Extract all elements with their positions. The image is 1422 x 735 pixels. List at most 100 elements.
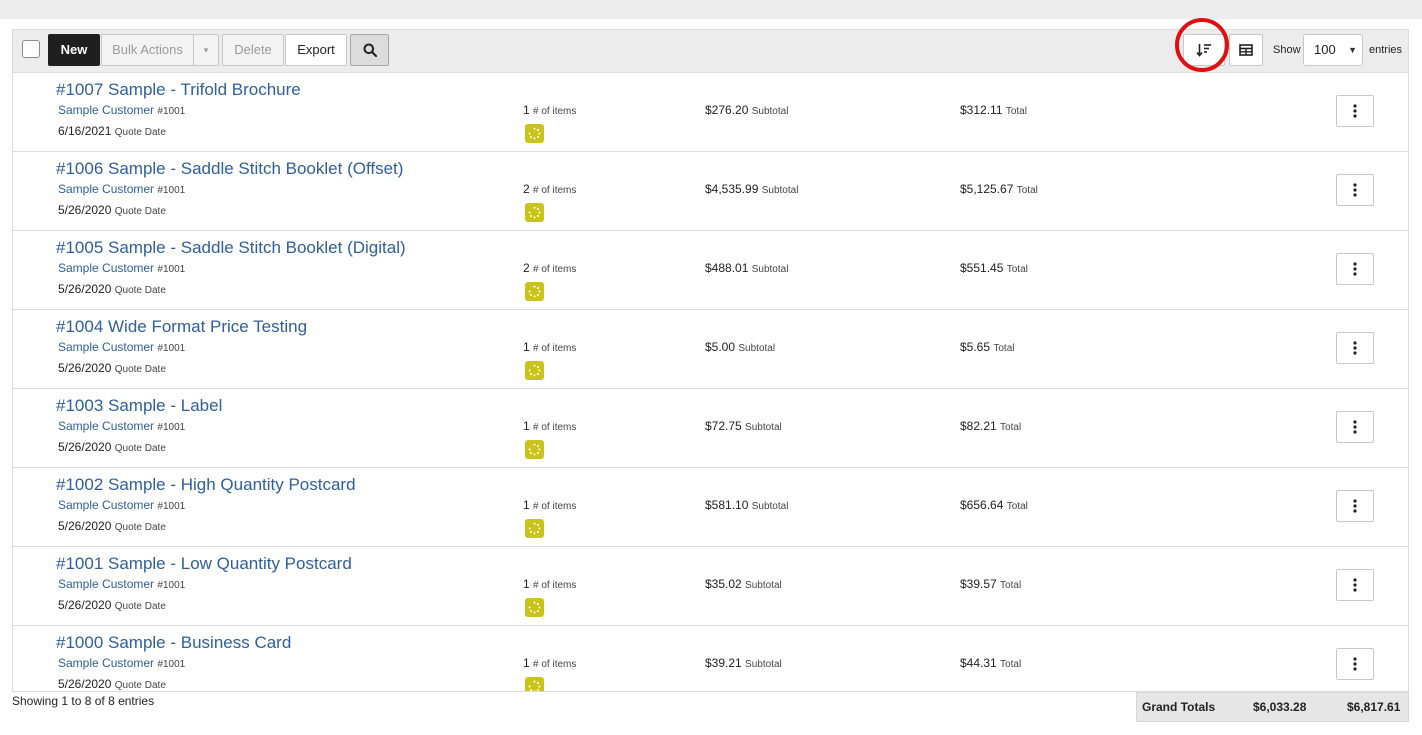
row-actions-button[interactable] xyxy=(1336,569,1374,601)
entries-per-page-select[interactable]: 100 ▼ xyxy=(1303,34,1363,66)
quote-title-link[interactable]: #1001 Sample - Low Quantity Postcard xyxy=(56,554,352,574)
quote-row: #1005 Sample - Saddle Stitch Booklet (Di… xyxy=(13,231,1408,310)
table-view-button[interactable] xyxy=(1229,34,1263,66)
customer-link[interactable]: Sample Customer xyxy=(58,419,154,433)
quote-date: 5/26/2020 Quote Date xyxy=(58,282,166,296)
total: $5.65 Total xyxy=(960,340,1015,354)
entries-per-page-value: 100 xyxy=(1314,42,1336,57)
quote-title-link[interactable]: #1005 Sample - Saddle Stitch Booklet (Di… xyxy=(56,238,406,258)
customer-link[interactable]: Sample Customer xyxy=(58,182,154,196)
quote-date-value: 5/26/2020 xyxy=(58,677,112,691)
customer-number: #1001 xyxy=(157,659,186,670)
row-actions-button[interactable] xyxy=(1336,95,1374,127)
quote-date-label: Quote Date xyxy=(114,680,166,691)
quote-title-link[interactable]: #1006 Sample - Saddle Stitch Booklet (Of… xyxy=(56,159,403,179)
quote-row: #1002 Sample - High Quantity Postcard Sam… xyxy=(13,468,1408,547)
item-count: 1 # of items xyxy=(523,656,576,670)
subtotal-label: Subtotal xyxy=(745,422,782,433)
subtotal: $581.10 Subtotal xyxy=(705,498,788,512)
row-actions-button[interactable] xyxy=(1336,648,1374,680)
item-count-label: # of items xyxy=(533,659,577,670)
quote-date-label: Quote Date xyxy=(114,364,166,375)
toolbar: New Bulk Actions ▾ Delete Export Show 10… xyxy=(12,29,1409,73)
item-count-value: 2 xyxy=(523,182,530,196)
grand-totals-label: Grand Totals xyxy=(1142,700,1216,714)
quote-title-link[interactable]: #1000 Sample - Business Card xyxy=(56,633,291,653)
item-count-label: # of items xyxy=(533,580,577,591)
total-value: $551.45 xyxy=(960,261,1004,275)
quote-row: #1001 Sample - Low Quantity Postcard Samp… xyxy=(13,547,1408,626)
item-count-value: 1 xyxy=(523,419,530,433)
total: $551.45 Total xyxy=(960,261,1028,275)
item-count: 1 # of items xyxy=(523,103,576,117)
customer-info: Sample Customer #1001 xyxy=(58,182,185,196)
customer-number: #1001 xyxy=(157,343,186,354)
item-count-label: # of items xyxy=(533,343,577,354)
customer-info: Sample Customer #1001 xyxy=(58,419,185,433)
quote-date-label: Quote Date xyxy=(114,285,166,296)
item-count-value: 1 xyxy=(523,340,530,354)
search-icon xyxy=(363,43,377,58)
subtotal: $488.01 Subtotal xyxy=(705,261,788,275)
customer-link[interactable]: Sample Customer xyxy=(58,498,154,512)
bulk-actions-dropdown[interactable]: ▾ xyxy=(193,34,219,66)
customer-number: #1001 xyxy=(157,106,186,117)
customer-number: #1001 xyxy=(157,580,186,591)
more-vertical-icon xyxy=(1353,341,1357,355)
quote-date-value: 5/26/2020 xyxy=(58,440,112,454)
subtotal-label: Subtotal xyxy=(745,659,782,670)
quote-title-link[interactable]: #1003 Sample - Label xyxy=(56,396,222,416)
select-all-checkbox[interactable] xyxy=(22,40,40,58)
showing-entries-info: Showing 1 to 8 of 8 entries xyxy=(12,694,155,708)
sort-button[interactable] xyxy=(1183,34,1225,66)
total-label: Total xyxy=(1006,501,1028,512)
subtotal-value: $5.00 xyxy=(705,340,736,354)
customer-link[interactable]: Sample Customer xyxy=(58,103,154,117)
customer-info: Sample Customer #1001 xyxy=(58,577,185,591)
bulk-actions-button[interactable]: Bulk Actions xyxy=(101,34,194,66)
customer-link[interactable]: Sample Customer xyxy=(58,656,154,670)
quote-row: #1003 Sample - Label Sample Customer #100… xyxy=(13,389,1408,468)
item-count-label: # of items xyxy=(533,264,577,275)
total-label: Total xyxy=(1006,264,1028,275)
pending-status-icon xyxy=(525,361,544,380)
pending-status-icon xyxy=(525,677,544,691)
quote-date-value: 5/26/2020 xyxy=(58,519,112,533)
top-band xyxy=(0,0,1422,19)
subtotal-label: Subtotal xyxy=(751,501,789,512)
quote-date: 5/26/2020 Quote Date xyxy=(58,519,166,533)
quote-date-value: 6/16/2021 xyxy=(58,124,112,138)
row-actions-button[interactable] xyxy=(1336,490,1374,522)
row-actions-button[interactable] xyxy=(1336,411,1374,443)
show-label: Show xyxy=(1273,44,1301,56)
delete-button[interactable]: Delete xyxy=(222,34,284,66)
customer-link[interactable]: Sample Customer xyxy=(58,577,154,591)
item-count-label: # of items xyxy=(533,501,577,512)
item-count-label: # of items xyxy=(533,422,577,433)
quote-title-link[interactable]: #1002 Sample - High Quantity Postcard xyxy=(56,475,356,495)
entries-label: entries xyxy=(1369,44,1403,56)
total-value: $5,125.67 xyxy=(960,182,1014,196)
row-actions-button[interactable] xyxy=(1336,332,1374,364)
quote-title-link[interactable]: #1004 Wide Format Price Testing xyxy=(56,317,307,337)
quote-title-link[interactable]: #1007 Sample - Trifold Brochure xyxy=(56,80,301,100)
item-count-value: 1 xyxy=(523,103,530,117)
total-label: Total xyxy=(993,343,1015,354)
quote-date-value: 5/26/2020 xyxy=(58,203,112,217)
customer-link[interactable]: Sample Customer xyxy=(58,261,154,275)
more-vertical-icon xyxy=(1353,657,1357,671)
quote-row: #1006 Sample - Saddle Stitch Booklet (Of… xyxy=(13,152,1408,231)
export-button[interactable]: Export xyxy=(285,34,347,66)
more-vertical-icon xyxy=(1353,183,1357,197)
new-button[interactable]: New xyxy=(48,34,100,66)
row-actions-button[interactable] xyxy=(1336,253,1374,285)
subtotal-value: $72.75 xyxy=(705,419,742,433)
item-count: 2 # of items xyxy=(523,261,576,275)
quotes-list: #1007 Sample - Trifold Brochure Sample Cu… xyxy=(12,73,1409,692)
row-actions-button[interactable] xyxy=(1336,174,1374,206)
item-count-value: 2 xyxy=(523,261,530,275)
search-button[interactable] xyxy=(350,34,389,66)
quote-date: 5/26/2020 Quote Date xyxy=(58,677,166,691)
customer-link[interactable]: Sample Customer xyxy=(58,340,154,354)
item-count-value: 1 xyxy=(523,498,530,512)
